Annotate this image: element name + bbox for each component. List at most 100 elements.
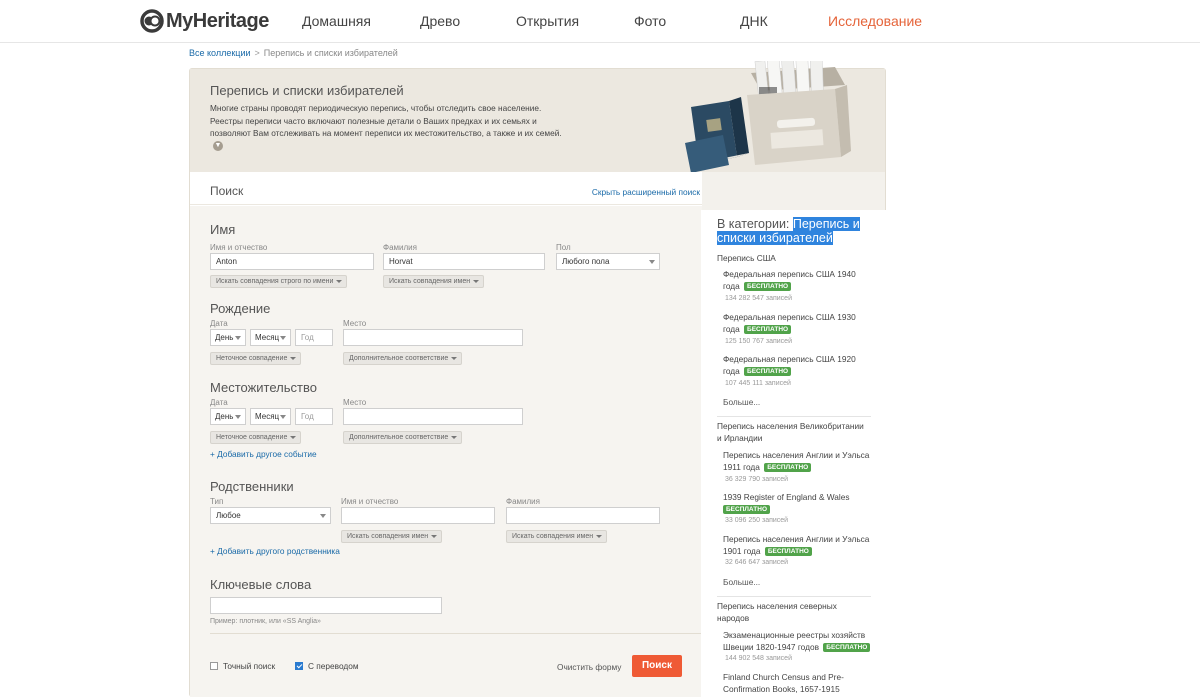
collection-link[interactable]: Федеральная перепись США 1940 года БЕСПЛА… xyxy=(723,268,875,292)
collection-link[interactable]: Федеральная перепись США 1930 года БЕСПЛА… xyxy=(723,311,875,335)
free-badge: БЕСПЛАТНО xyxy=(744,367,792,376)
residence-day-select[interactable]: День xyxy=(210,408,246,425)
collection-title-line1: Перепись населения Англии и Уэльса xyxy=(723,534,870,544)
exact-search-label: Точный поиск xyxy=(223,661,276,671)
residence-place-input[interactable] xyxy=(343,408,523,425)
relative-last-match-label: Искать совпадения имен xyxy=(512,533,594,540)
breadcrumb-separator: > xyxy=(254,48,260,58)
birth-place-match-select[interactable]: Дополнительное соответствие xyxy=(343,352,463,365)
record-count: 32 646 647 записей xyxy=(725,559,789,566)
category-name-line1[interactable]: Перепись и xyxy=(792,217,860,231)
residence-month-select[interactable]: Месяц xyxy=(250,408,291,425)
hide-advanced-search-link[interactable]: Скрыть расширенный поиск xyxy=(592,187,700,197)
nav-research[interactable]: Исследование xyxy=(828,13,922,29)
collection-title-line2: Confirmation Books, 1657-1915 xyxy=(723,684,840,694)
birth-year-input[interactable]: Год xyxy=(295,329,333,346)
birth-day-select[interactable]: День xyxy=(210,329,246,346)
gender-select[interactable]: Любого пола xyxy=(556,253,660,270)
record-count: 134 282 547 записей xyxy=(725,295,792,302)
expand-arrow-icon[interactable]: ▼ xyxy=(213,141,223,151)
first-name-match-select[interactable]: Искать совпадения строго по имени xyxy=(210,275,348,288)
top-navigation-bar: MyHeritage Домашняя Древо Открытия Фото … xyxy=(0,0,1200,43)
relative-type-select[interactable]: Любое xyxy=(210,507,331,524)
add-relative-link[interactable]: + Добавить другого родственника xyxy=(210,546,340,556)
group-title-us-census[interactable]: Перепись США xyxy=(717,252,875,264)
chevron-down-icon xyxy=(280,415,286,419)
add-event-link[interactable]: + Добавить другое событие xyxy=(210,449,317,459)
residence-place-match-label: Дополнительное соответствие xyxy=(349,434,449,441)
first-name-input[interactable]: Anton xyxy=(210,253,374,270)
myheritage-logo[interactable]: MyHeritage xyxy=(140,9,269,33)
collection-title-line2: года xyxy=(723,366,740,376)
search-header: Поиск Скрыть расширенный поиск xyxy=(190,172,702,205)
birth-date-label: Дата xyxy=(210,319,228,328)
nav-photos[interactable]: Фото xyxy=(634,13,666,29)
collection-title-line1: Экзаменационные реестры хозяйств xyxy=(723,630,866,640)
nav-tree[interactable]: Древо xyxy=(420,13,460,29)
residence-place-match-select[interactable]: Дополнительное соответствие xyxy=(343,431,463,444)
nav-discoveries[interactable]: Открытия xyxy=(516,13,579,29)
search-submit-button[interactable]: Поиск xyxy=(632,655,682,677)
collection-link[interactable]: Перепись населения Англии и Уэльса 1911 г… xyxy=(723,449,875,473)
collection-link[interactable]: Экзаменационные реестры хозяйств Швеции 1… xyxy=(723,629,875,653)
collection-title-line1: Finland Church Census and Pre- xyxy=(723,672,844,682)
breadcrumb-all-collections[interactable]: Все коллекции xyxy=(189,48,251,58)
birth-month-select[interactable]: Месяц xyxy=(250,329,291,346)
collection-title-line1: 1939 Register of England & Wales xyxy=(723,492,850,502)
birth-place-match-label: Дополнительное соответствие xyxy=(349,355,449,362)
group-title-line1: Перепись населения Великобритании xyxy=(717,421,864,431)
collection-link[interactable]: Finland Church Census and Pre- Confirmati… xyxy=(723,671,875,695)
chevron-down-icon xyxy=(451,436,458,439)
birth-place-input[interactable] xyxy=(343,329,523,346)
relative-first-match-select[interactable]: Искать совпадения имен xyxy=(341,530,443,543)
collection-title-line2: 1901 года xyxy=(723,546,761,556)
last-name-match-select[interactable]: Искать совпадения имен xyxy=(383,275,485,288)
chevron-down-icon xyxy=(290,357,297,360)
exact-search-checkbox[interactable] xyxy=(210,662,218,670)
keywords-hint: Пример: плотник, или «SS Anglia» xyxy=(210,618,321,625)
birth-date-match-select[interactable]: Неточное совпадение xyxy=(210,352,302,365)
record-count: 36 329 790 записей xyxy=(725,476,789,483)
name-section-title: Имя xyxy=(210,222,236,237)
category-name-line2[interactable]: списки избирателей xyxy=(717,231,833,245)
residence-year-input[interactable]: Год xyxy=(295,408,333,425)
collection-title-line1: Федеральная перепись США 1920 xyxy=(723,354,856,364)
chevron-down-icon xyxy=(649,260,655,264)
with-translation-label: С переводом xyxy=(308,661,359,671)
collection-title-line2: года xyxy=(723,324,740,334)
collection-link[interactable]: Перепись населения Англии и Уэльса 1901 г… xyxy=(723,533,875,557)
last-name-input[interactable]: Horvat xyxy=(383,253,545,270)
collection-link[interactable]: 1939 Register of England & Wales БЕСПЛАТН… xyxy=(723,491,875,515)
relative-last-match-select[interactable]: Искать совпадения имен xyxy=(506,530,608,543)
more-link[interactable]: Больше... xyxy=(723,397,760,407)
category-prefix: В категории: xyxy=(717,217,793,231)
last-name-match-label: Искать совпадения имен xyxy=(389,278,471,285)
chevron-down-icon xyxy=(235,336,241,340)
keywords-input[interactable] xyxy=(210,597,442,614)
logo-text: MyHeritage xyxy=(166,9,269,32)
collection-title-line1: Федеральная перепись США 1930 xyxy=(723,312,856,322)
myheritage-logo-icon xyxy=(140,9,164,33)
with-translation-checkbox[interactable] xyxy=(295,662,303,670)
nav-dna[interactable]: ДНК xyxy=(740,13,768,29)
record-count: 107 445 111 записей xyxy=(725,380,791,387)
clear-form-link[interactable]: Очистить форму xyxy=(557,662,621,672)
relative-first-match-label: Искать совпадения имен xyxy=(347,533,429,540)
collection-link[interactable]: Федеральная перепись США 1920 года БЕСПЛА… xyxy=(723,353,875,377)
relative-first-name-input[interactable] xyxy=(341,507,495,524)
birth-day-value: День xyxy=(215,333,234,342)
breadcrumb: Все коллекции > Перепись и списки избирате… xyxy=(189,48,398,58)
category-sidebar: В категории: Перепись и списки избирателе… xyxy=(701,210,886,697)
group-title-nordic-census[interactable]: Перепись населения северных народов xyxy=(717,600,875,624)
group-title-uk-census[interactable]: Перепись населения Великобритании и Ирлан… xyxy=(717,420,875,444)
more-link[interactable]: Больше... xyxy=(723,577,760,587)
group-title-line2: народов xyxy=(717,613,750,623)
record-count: 125 150 767 записей xyxy=(725,338,792,345)
relative-last-name-input[interactable] xyxy=(506,507,660,524)
record-count: 33 096 250 записей xyxy=(725,517,789,524)
free-badge: БЕСПЛАТНО xyxy=(764,463,812,472)
residence-date-match-select[interactable]: Неточное совпадение xyxy=(210,431,302,444)
nav-home[interactable]: Домашняя xyxy=(302,13,371,29)
intro-description: Многие страны проводят периодическую пер… xyxy=(210,102,565,140)
residence-date-label: Дата xyxy=(210,398,228,407)
